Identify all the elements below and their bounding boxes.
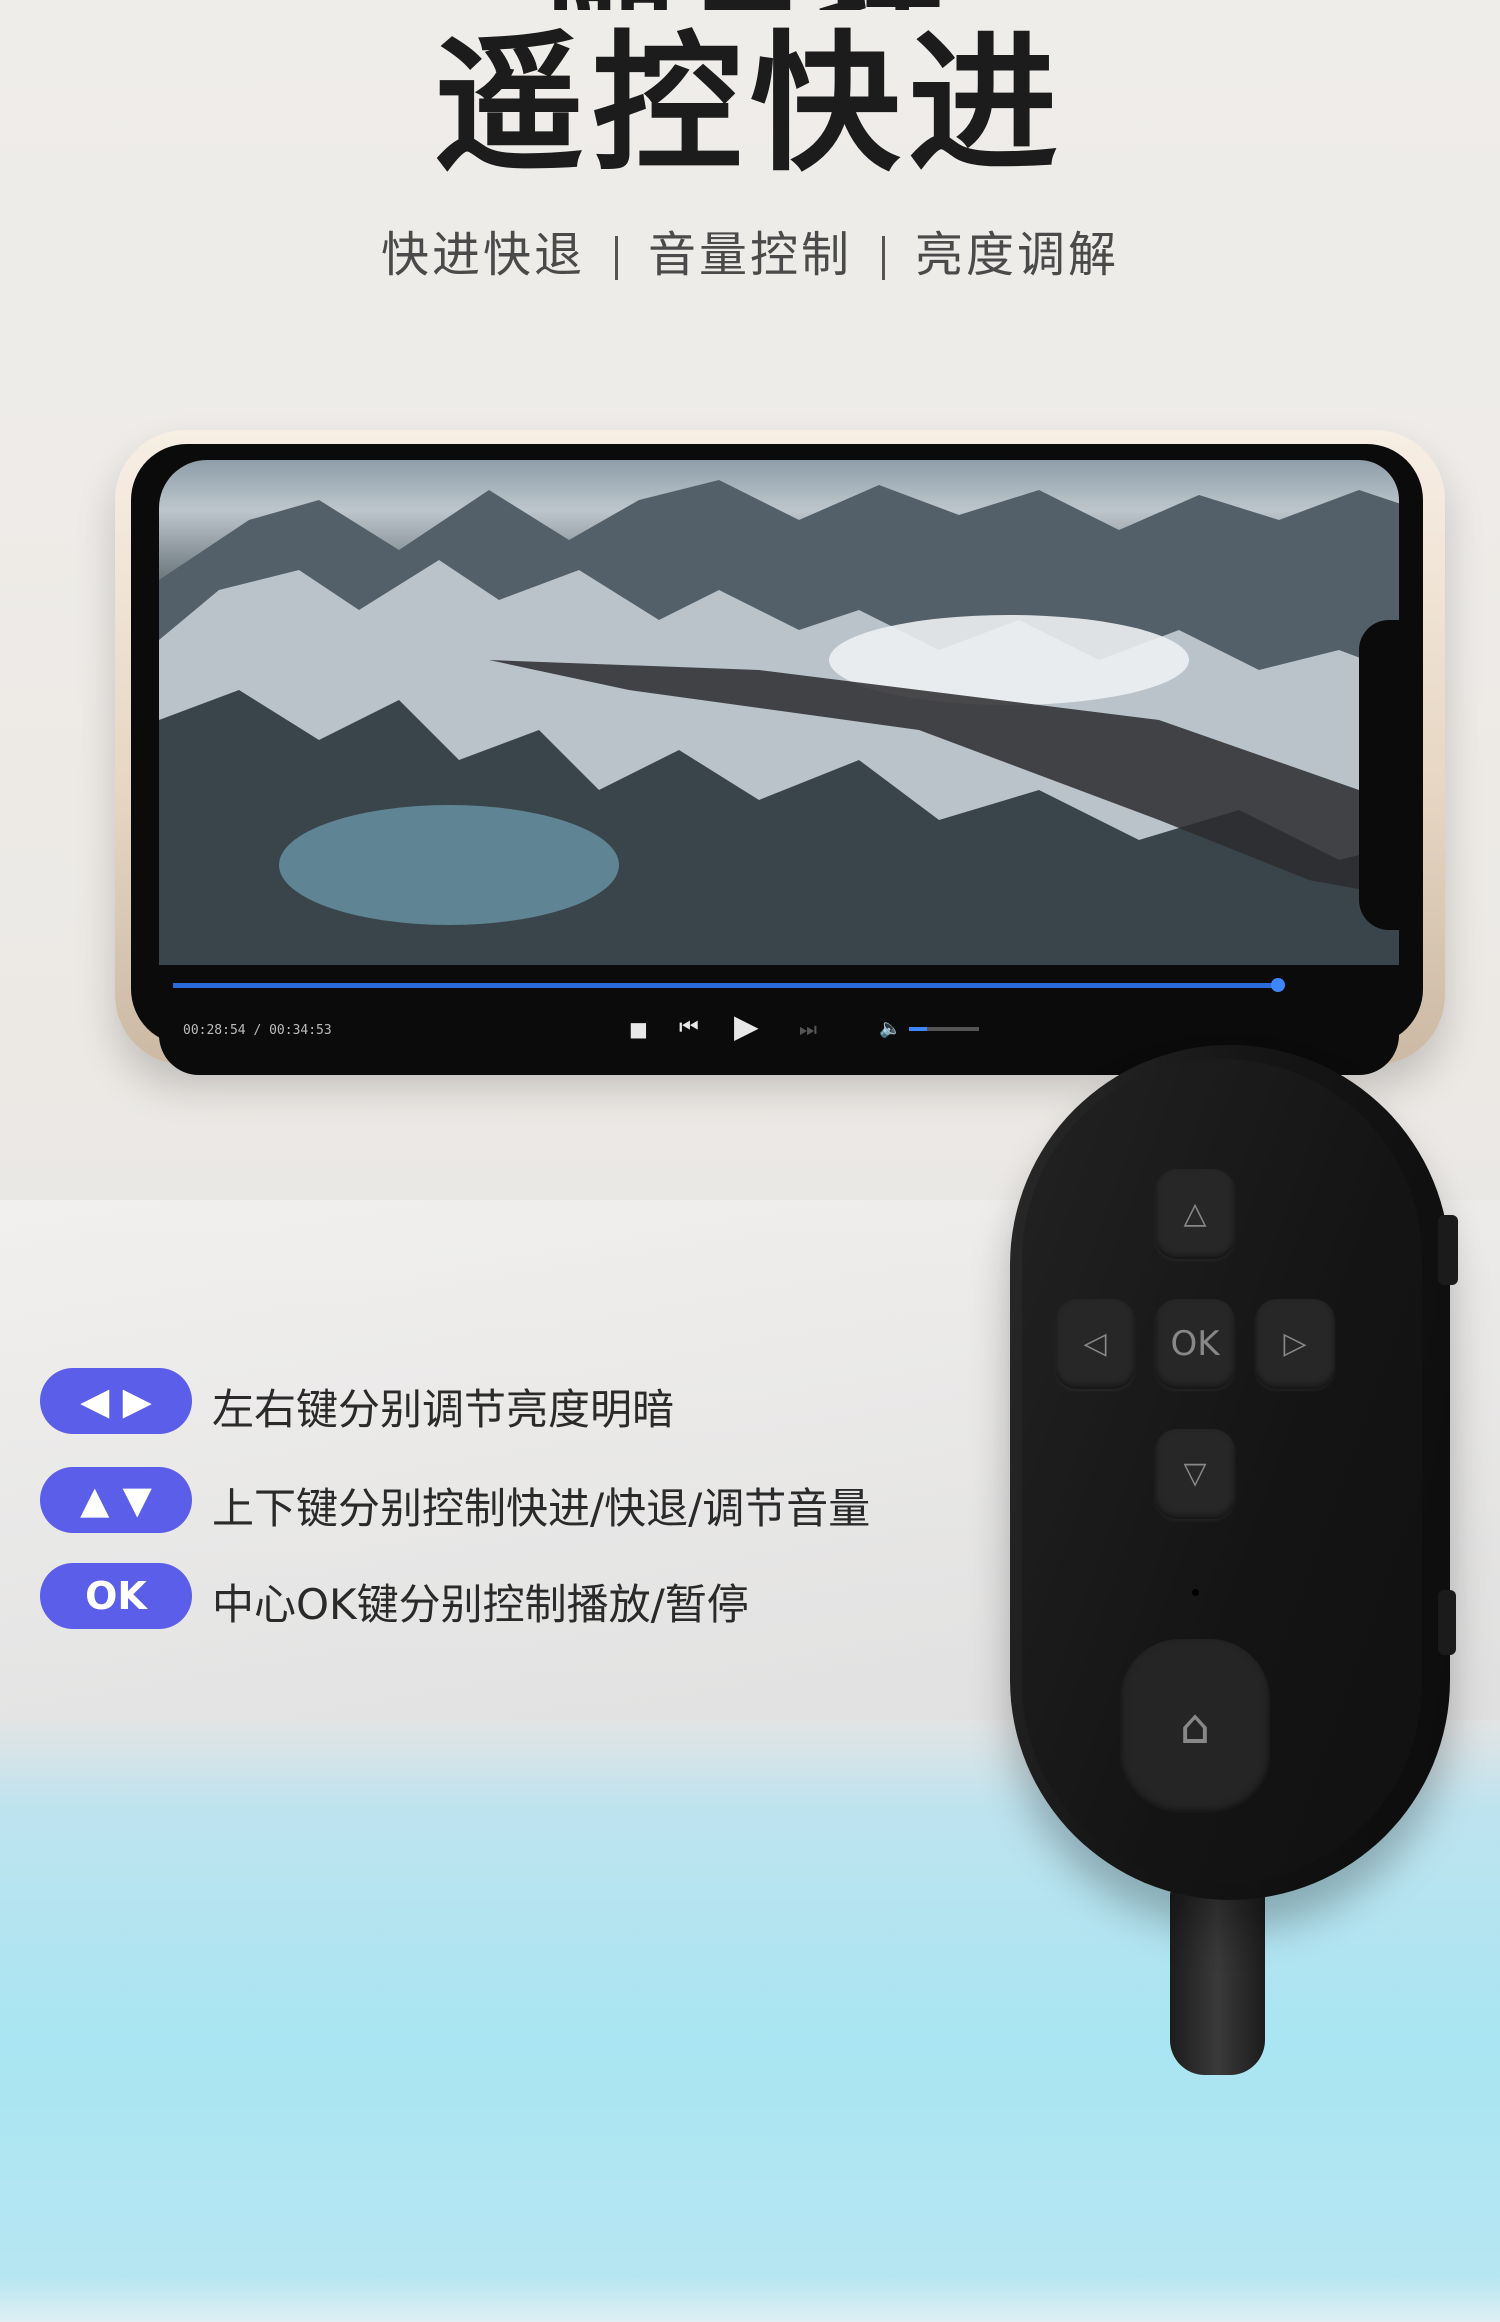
- previous-icon[interactable]: ⏮: [679, 1015, 699, 1040]
- subheadline: 快进快退 音量控制 亮度调解: [0, 215, 1500, 285]
- volume-icon[interactable]: 🔈: [879, 1018, 901, 1039]
- ok-label: OK: [1170, 1324, 1220, 1364]
- feature-text: 上下键分别控制快进/快退/调节音量: [212, 1484, 871, 1533]
- down-button[interactable]: ▽: [1155, 1429, 1235, 1519]
- progress-bar[interactable]: [173, 983, 1279, 988]
- power-switch[interactable]: [1438, 1590, 1456, 1655]
- subheadline-item-brightness: 亮度调解: [915, 227, 1120, 283]
- ok-button[interactable]: OK: [1155, 1299, 1235, 1389]
- progress-knob[interactable]: [1271, 978, 1285, 992]
- headline: 遥控快进: [433, 18, 1066, 192]
- headline-top-cut: 随意摆: [0, 0, 1500, 10]
- subheadline-item-fast-forward: 快进快退: [380, 227, 585, 283]
- side-button[interactable]: [1438, 1215, 1458, 1285]
- remote-strap: [1170, 1885, 1265, 2075]
- left-arrow-icon: ◁: [1083, 1326, 1107, 1361]
- volume-level: [909, 1027, 927, 1031]
- stop-icon[interactable]: ■: [629, 1017, 648, 1041]
- up-button[interactable]: △: [1155, 1169, 1235, 1259]
- camera-button[interactable]: ⌂: [1120, 1639, 1270, 1815]
- divider: [614, 236, 618, 280]
- left-right-arrows-icon: ◀ ▶: [40, 1368, 192, 1434]
- left-button[interactable]: ◁: [1055, 1299, 1135, 1389]
- camera-icon: ⌂: [1179, 1699, 1211, 1755]
- phone-screen: 00:28:54 / 00:34:53 ■ ⏮ ▶ ⏭ 🔈: [131, 444, 1423, 1075]
- indicator-light: [1192, 1589, 1199, 1596]
- right-arrow-icon: ▷: [1283, 1326, 1307, 1361]
- time-readout: 00:28:54 / 00:34:53: [183, 1023, 332, 1038]
- video-frame[interactable]: [159, 460, 1399, 965]
- feature-text: 左右键分别调节亮度明暗: [212, 1385, 675, 1434]
- mountain-scene: [159, 480, 1399, 965]
- phone-notch: [1359, 620, 1399, 930]
- divider: [882, 236, 885, 280]
- ok-badge: OK: [40, 1563, 192, 1629]
- next-icon[interactable]: ⏭: [799, 1017, 817, 1041]
- up-down-arrows-icon: ▲ ▼: [40, 1467, 192, 1533]
- play-icon[interactable]: ▶: [734, 1007, 759, 1045]
- up-arrow-icon: △: [1183, 1196, 1207, 1231]
- remote-control: △ ◁ OK ▷ ▽ ⌂: [1010, 1045, 1458, 1900]
- right-button[interactable]: ▷: [1255, 1299, 1335, 1389]
- remote-face: △ ◁ OK ▷ ▽ ⌂: [1022, 1059, 1422, 1884]
- feature-text: 中心OK键分别控制播放/暂停: [212, 1580, 749, 1629]
- subheadline-item-volume: 音量控制: [647, 227, 852, 283]
- down-arrow-icon: ▽: [1183, 1456, 1207, 1491]
- phone: 00:28:54 / 00:34:53 ■ ⏮ ▶ ⏭ 🔈: [115, 430, 1445, 1075]
